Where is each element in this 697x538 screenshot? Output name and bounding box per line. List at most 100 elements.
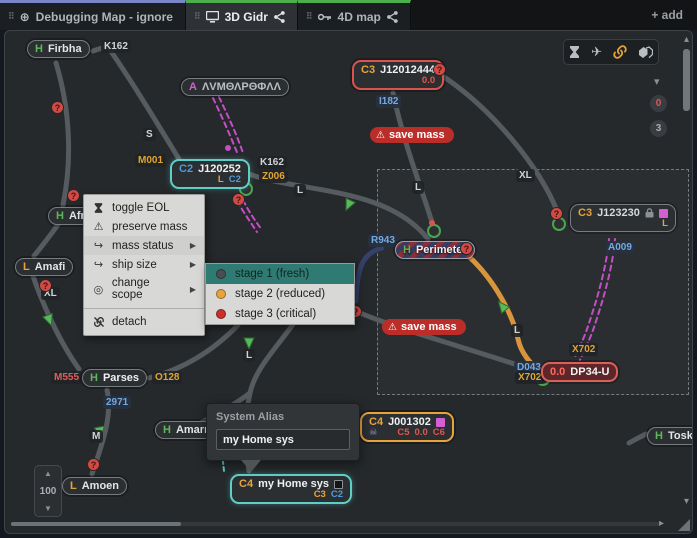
unknown-question-badge[interactable]: ? (39, 279, 52, 292)
wormhole-connection[interactable] (441, 75, 557, 211)
mass-status-submenu: stage 1 (fresh) stage 2 (reduced) stage … (205, 263, 355, 325)
unknown-question-badge[interactable]: ? (460, 242, 473, 255)
scroll-right-arrow[interactable]: ▸ (659, 518, 664, 529)
save-mass-badge: ⚠save mass (370, 127, 454, 143)
wormhole-connection[interactable] (249, 174, 428, 239)
submenu-item-stage2[interactable]: stage 2 (reduced) (206, 284, 354, 304)
system-j12012444[interactable]: C3J120124440.0 (352, 60, 444, 90)
system-j123230[interactable]: C3J123230L (570, 204, 676, 232)
menu-item-change-scope[interactable]: ◎ change scope ▶ (84, 274, 204, 304)
stage3-dot-icon (216, 309, 226, 319)
add-map-button[interactable]: + add (637, 0, 697, 30)
unknown-question-badge[interactable]: ? (67, 189, 80, 202)
unknown-question-badge[interactable]: ? (550, 207, 563, 220)
system-amafi[interactable]: LAmafi (15, 258, 73, 276)
scroll-down-arrow[interactable]: ▾ (684, 496, 689, 507)
system-text: C2 (179, 163, 193, 175)
zoom-in-button[interactable]: ▲ (44, 469, 52, 478)
horizontal-scrollbar[interactable] (11, 522, 181, 526)
tags-icon[interactable] (638, 46, 653, 59)
alert-count-badge[interactable]: 0 (650, 95, 667, 112)
wormhole-connection[interactable] (34, 223, 59, 256)
system-j120252[interactable]: C2J120252LC2 (170, 159, 250, 189)
monitor-icon (206, 11, 219, 23)
wormhole-connection[interactable] (356, 248, 382, 301)
alias-input[interactable] (216, 429, 350, 450)
system-parses[interactable]: HParses (82, 369, 147, 387)
share-icon[interactable] (274, 11, 285, 23)
wormhole-connection[interactable] (56, 63, 69, 205)
chevron-down-icon[interactable]: ▾ (654, 75, 660, 88)
link-icon[interactable] (613, 45, 627, 59)
skull-icon: ☠ (369, 427, 378, 438)
edge-label: Z006 (259, 170, 288, 183)
save-mass-badge: ⚠save mass (382, 319, 466, 335)
edge-label: O128 (152, 371, 182, 384)
wormhole-connection[interactable] (393, 93, 434, 229)
unknown-question-badge[interactable]: ? (433, 63, 446, 76)
curved-arrow-icon: ↪ (92, 258, 105, 271)
tab-3d-gidr[interactable]: ⠿ 3D Gidr (186, 0, 298, 30)
stage2-dot-icon (216, 289, 226, 299)
edge-label: K162 (257, 156, 287, 169)
unknown-question-badge[interactable]: ? (232, 193, 245, 206)
edge-label: A009 (605, 241, 635, 254)
system-text: C2 (331, 489, 343, 500)
system-text: Parses (103, 372, 139, 384)
menu-item-detach[interactable]: detach (84, 313, 204, 331)
submenu-item-stage1[interactable]: stage 1 (fresh) (206, 264, 354, 284)
map-canvas[interactable]: HFirbha AΛVΜΘΛΡΘΦΛΛ C3J120124440.0 C2J12025… (4, 30, 693, 534)
wormhole-connection[interactable] (629, 434, 646, 443)
status-dot-icon (429, 220, 435, 226)
scroll-up-arrow[interactable]: ▴ (684, 34, 689, 45)
system-text: H (35, 43, 43, 55)
wormhole-connection[interactable] (580, 239, 615, 360)
system-text: Amoen (82, 480, 119, 492)
system-amoen[interactable]: LAmoen (62, 477, 127, 495)
system-dp34-u[interactable]: 0.0DP34-U (541, 362, 618, 382)
tab-label: 4D map (338, 10, 381, 24)
edge-label: 2971 (103, 396, 131, 409)
wormhole-connection[interactable] (574, 239, 609, 359)
system-text: Perimeter (416, 244, 467, 256)
tab-label: 3D Gidr (225, 10, 268, 24)
menu-item-mass-status[interactable]: ↪ mass status ▶ (84, 236, 204, 255)
submenu-item-stage3[interactable]: stage 3 (critical) (206, 304, 354, 324)
curved-arrow-icon: ↪ (92, 239, 105, 252)
menu-item-preserve-mass[interactable]: ⚠ preserve mass (84, 217, 204, 236)
system-tos[interactable]: HTosk (647, 427, 693, 445)
drag-grip-icon: ⠿ (194, 11, 200, 22)
system-text: C6 (433, 427, 445, 438)
menu-item-toggle-eol[interactable]: toggle EOL (84, 199, 204, 217)
hourglass-icon[interactable] (569, 45, 580, 59)
system-text: J123230 (597, 207, 640, 219)
unknown-question-badge[interactable]: ? (51, 101, 64, 114)
system-text: L (23, 261, 30, 273)
connection-context-menu: toggle EOL ⚠ preserve mass ↪ mass status… (83, 194, 205, 336)
unknown-question-badge[interactable]: ? (87, 458, 100, 471)
jet-icon[interactable]: ✈ (591, 45, 602, 60)
warning-icon: ⚠ (376, 130, 385, 141)
zoom-out-button[interactable]: ▼ (44, 504, 52, 513)
edge-label: X702 (515, 371, 544, 384)
tab-debugging-map[interactable]: ⠿ ⊕ Debugging Map - ignore (0, 0, 186, 30)
warning-icon: ⚠ (92, 220, 105, 233)
tab-4d-map[interactable]: ⠿ 4D map (298, 0, 411, 30)
edge-label: L (243, 349, 255, 362)
vertical-scrollbar[interactable] (683, 49, 690, 111)
wormhole-connection[interactable] (93, 47, 179, 159)
resize-handle[interactable] (678, 519, 690, 531)
system-text: H (655, 430, 663, 442)
system-firbha[interactable]: HFirbha (27, 40, 90, 58)
system-j001302[interactable]: C4J001302☠C50.0C6 (360, 412, 454, 442)
menu-item-ship-size[interactable]: ↪ ship size ▶ (84, 255, 204, 274)
status-dot-icon (225, 145, 231, 151)
zoom-value: 100 (40, 486, 57, 497)
count-badge[interactable]: 3 (650, 120, 667, 137)
stage1-dot-icon (216, 269, 226, 279)
system-my-home-sys[interactable]: C4my Home sysC3C2 (230, 474, 352, 504)
edge-label: R943 (368, 234, 398, 247)
system-unknown-shattered[interactable]: AΛVΜΘΛΡΘΦΛΛ (181, 78, 289, 96)
share-icon[interactable] (387, 11, 398, 23)
wormhole-connection[interactable] (219, 97, 243, 153)
